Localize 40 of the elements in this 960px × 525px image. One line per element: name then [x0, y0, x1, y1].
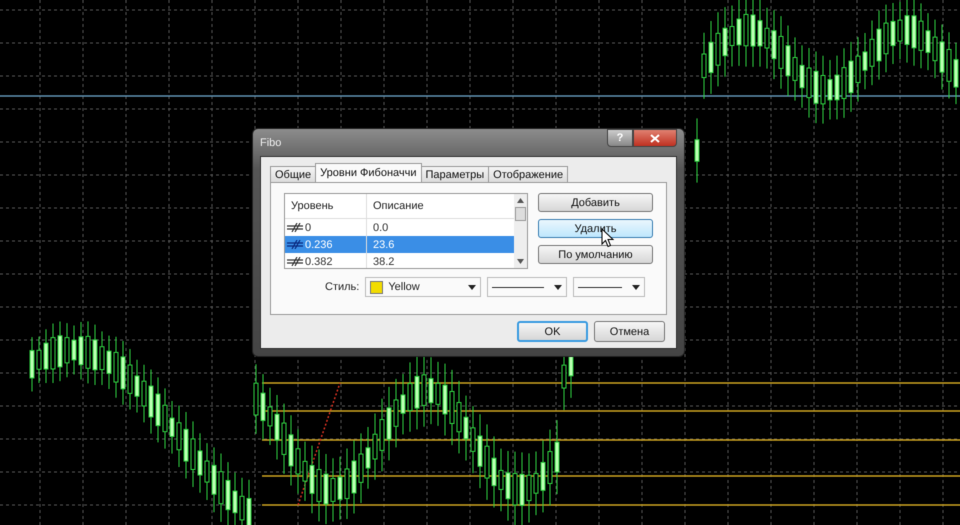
color-name: Yellow: [388, 281, 420, 293]
cancel-button[interactable]: Отмена: [594, 321, 665, 342]
column-header[interactable]: Описание: [367, 194, 430, 218]
level-value: 0.236: [305, 238, 333, 250]
level-description: 38.2: [373, 256, 394, 268]
level-line-icon: [287, 257, 303, 266]
level-line-icon: [287, 223, 303, 232]
horizontal-line[interactable]: [0, 95, 960, 97]
dialog-button[interactable]: По умолчанию: [538, 245, 653, 264]
caret-icon: [632, 284, 640, 290]
line-style-dropdown[interactable]: [487, 277, 568, 297]
style-label: Стиль:: [325, 281, 360, 293]
level-row[interactable]: 0.382 38.2: [285, 253, 514, 268]
tab[interactable]: Параметры: [420, 166, 490, 182]
solid-line-icon: [578, 286, 622, 288]
trend-line[interactable]: [297, 382, 341, 506]
level-description: 23.6: [373, 238, 394, 250]
solid-line-icon: [492, 286, 544, 288]
window-title: Fibo: [260, 137, 282, 149]
dialog-button[interactable]: Добавить: [538, 193, 653, 212]
close-button[interactable]: [633, 129, 677, 147]
level-description: 0.0: [373, 222, 388, 234]
line-width-dropdown[interactable]: [573, 277, 646, 297]
tab[interactable]: Уровни Фибоначчи: [315, 163, 422, 182]
level-line-icon: [287, 240, 303, 249]
level-value: 0.382: [305, 256, 333, 268]
scroll-down-icon: [517, 259, 524, 264]
dialog-button[interactable]: Удалить: [538, 219, 653, 238]
column-header[interactable]: Уровень: [285, 194, 367, 218]
scroll-up-icon: [517, 198, 524, 203]
tab[interactable]: Общие: [270, 166, 316, 182]
scrollbar[interactable]: [514, 194, 527, 268]
tab[interactable]: Отображение: [488, 166, 568, 182]
close-icon: [650, 134, 660, 142]
color-dropdown[interactable]: Yellow: [365, 277, 482, 297]
caret-icon: [468, 284, 476, 290]
caret-icon: [554, 284, 562, 290]
level-value: 0: [305, 222, 312, 234]
ok-button[interactable]: OK: [517, 321, 588, 342]
scroll-thumb[interactable]: [515, 207, 526, 221]
